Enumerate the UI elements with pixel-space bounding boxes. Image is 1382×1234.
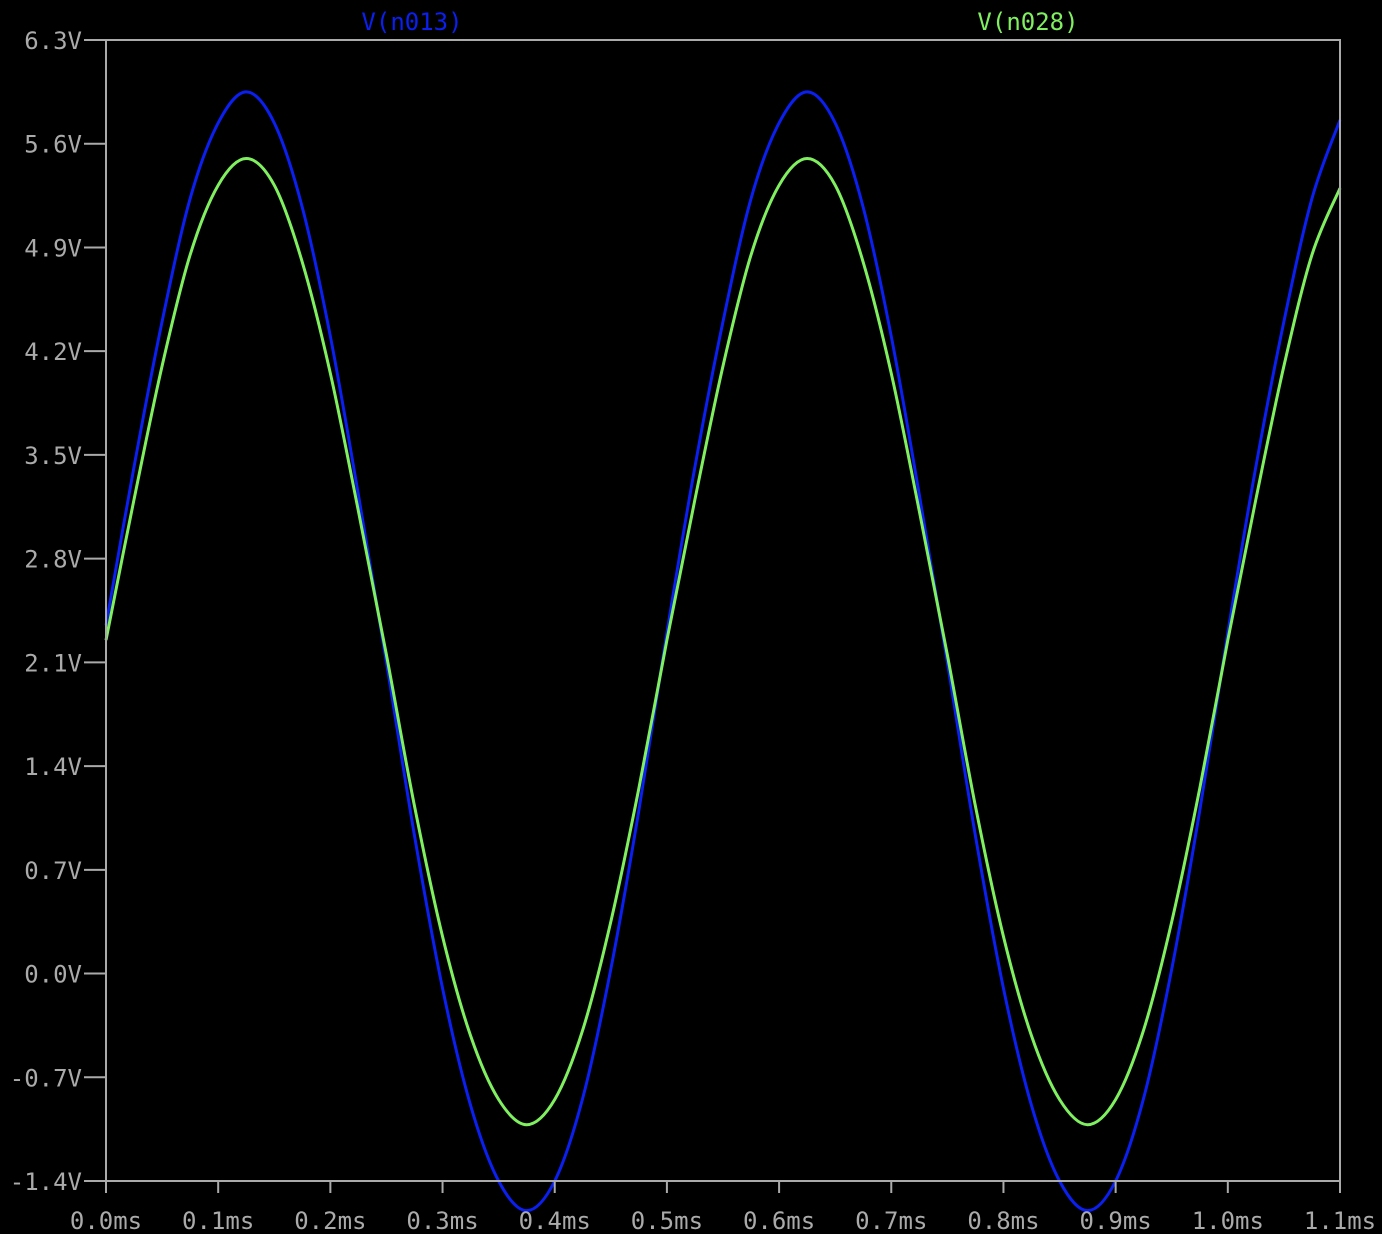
legend-label-v-n013[interactable]: V(n013) [361, 8, 462, 36]
y-tick-label: 2.8V [24, 546, 82, 574]
x-tick-label: 0.0ms [70, 1207, 142, 1234]
x-tick-label: 0.9ms [1080, 1207, 1152, 1234]
y-tick-label: -0.7V [10, 1064, 82, 1092]
x-tick-label: 0.3ms [406, 1207, 478, 1234]
y-tick-label: 0.0V [24, 961, 82, 989]
y-tick-label: 4.2V [24, 338, 82, 366]
waveform-plot[interactable]: 6.3V 5.6V 4.9V 4.2V 3.5V 2.8V 2.1V 1.4V 0.7V 0.0V… [0, 0, 1382, 1234]
x-tick-label: 0.2ms [294, 1207, 366, 1234]
y-tick-label: 3.5V [24, 442, 82, 470]
x-tick-label: 0.7ms [855, 1207, 927, 1234]
y-tick-label: -1.4V [10, 1168, 82, 1196]
x-tick-label: 1.1ms [1304, 1207, 1376, 1234]
x-tick-label: 0.6ms [743, 1207, 815, 1234]
x-tick-label: 0.5ms [631, 1207, 703, 1234]
y-tick-label: 0.7V [24, 857, 82, 885]
y-tick-label: 4.9V [24, 234, 82, 262]
legend-label-v-n028[interactable]: V(n028) [977, 8, 1078, 36]
y-tick-label: 6.3V [24, 27, 82, 55]
y-tick-label: 1.4V [24, 753, 82, 781]
x-tick-label: 1.0ms [1192, 1207, 1264, 1234]
plot-background [0, 0, 1382, 1234]
x-tick-label: 0.8ms [967, 1207, 1039, 1234]
y-tick-label: 2.1V [24, 649, 82, 677]
x-tick-label: 0.1ms [182, 1207, 254, 1234]
y-tick-label: 5.6V [24, 131, 82, 159]
x-tick-label: 0.4ms [519, 1207, 591, 1234]
